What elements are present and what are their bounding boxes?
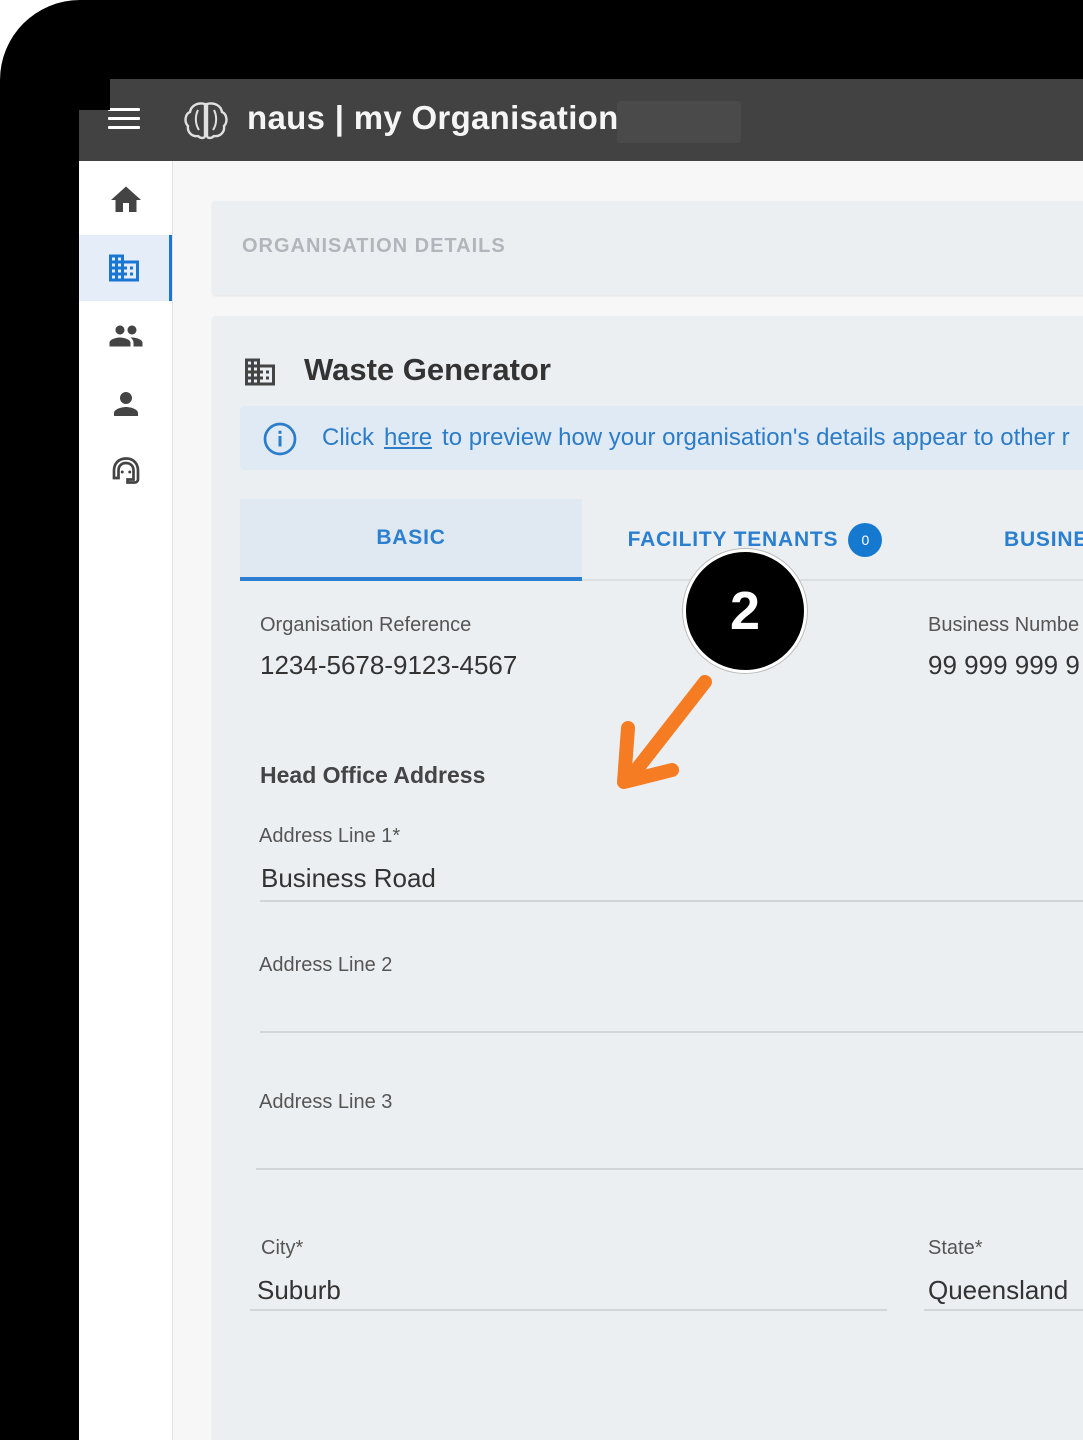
city-input[interactable]: Suburb xyxy=(257,1275,341,1306)
info-suffix: to preview how your organisation's detai… xyxy=(442,424,1070,451)
tenants-count-badge: 0 xyxy=(848,523,883,557)
side-nav xyxy=(79,161,173,1440)
info-banner: Click here to preview how your organisatio… xyxy=(240,406,1083,470)
hamburger-menu-icon[interactable] xyxy=(108,108,140,132)
organisation-icon xyxy=(109,254,139,282)
nav-item-home[interactable] xyxy=(79,167,172,233)
address-line3-input[interactable] xyxy=(261,1127,1061,1167)
address-line1-input[interactable]: Business Road xyxy=(261,863,436,894)
organisation-card: Waste Generator Click here to preview how … xyxy=(212,316,1083,1440)
address-line3-underline xyxy=(256,1168,1083,1170)
tab-bar: BASIC FACILITY TENANTS 0 BUSINE xyxy=(240,499,1083,581)
state-label: State* xyxy=(928,1237,983,1259)
address-line3-label: Address Line 3 xyxy=(259,1091,393,1113)
head-office-heading: Head Office Address xyxy=(260,762,486,788)
address-line1-underline xyxy=(260,900,1083,902)
brain-logo-icon xyxy=(184,102,228,140)
card-title: Waste Generator xyxy=(304,352,551,387)
org-reference-label: Organisation Reference xyxy=(260,614,472,636)
app-title: naus | my Organisation xyxy=(247,99,619,136)
nav-item-support[interactable] xyxy=(79,439,172,505)
info-prefix: Click xyxy=(322,424,374,451)
tab-business-label: BUSINE xyxy=(1004,528,1083,551)
preview-link[interactable]: here xyxy=(384,424,432,451)
app-bar: naus | my Organisation xyxy=(79,79,1083,161)
business-number-value: 99 999 999 9 xyxy=(928,650,1080,680)
device-screen: naus | my Organisation ORGANISATION DETA… xyxy=(79,79,1083,1440)
address-line1-label: Address Line 1* xyxy=(259,825,401,847)
address-line2-input[interactable] xyxy=(261,990,1061,1030)
device-bezel-top xyxy=(0,0,1083,79)
main-content: ORGANISATION DETAILS Waste Generator Cli… xyxy=(173,161,1083,1440)
annotation-arrow-icon xyxy=(617,675,712,789)
tab-basic-label: BASIC xyxy=(376,526,446,549)
section-header-text: ORGANISATION DETAILS xyxy=(242,235,506,257)
city-label: City* xyxy=(261,1237,304,1259)
nav-item-organisation[interactable] xyxy=(79,235,172,301)
tab-business[interactable]: BUSINE xyxy=(940,499,1083,581)
business-number-label: Business Numbe xyxy=(928,614,1080,636)
nav-item-person[interactable] xyxy=(79,371,172,437)
person-icon xyxy=(113,392,138,416)
org-reference-value: 1234-5678-9123-4567 xyxy=(260,650,518,680)
address-line2-underline xyxy=(260,1031,1083,1033)
address-line2-label: Address Line 2 xyxy=(259,954,393,976)
tab-basic[interactable]: BASIC xyxy=(240,499,582,581)
city-underline xyxy=(250,1309,887,1311)
info-text: Click here to preview how your organisatio… xyxy=(322,424,1070,452)
info-icon xyxy=(263,422,297,456)
home-icon xyxy=(110,186,141,212)
tab-tenants-label: FACILITY TENANTS xyxy=(627,528,839,551)
organisation-icon xyxy=(245,358,275,386)
support-agent-icon xyxy=(112,457,139,484)
state-select[interactable]: Queensland xyxy=(928,1275,1068,1306)
people-icon xyxy=(109,325,142,347)
device-bezel-left xyxy=(0,0,79,1440)
redacted-area xyxy=(617,101,741,143)
nav-item-people[interactable] xyxy=(79,303,172,369)
step-number-badge: 2 xyxy=(683,549,807,673)
organisation-details-header: ORGANISATION DETAILS xyxy=(212,201,1083,295)
state-underline xyxy=(924,1309,1083,1311)
